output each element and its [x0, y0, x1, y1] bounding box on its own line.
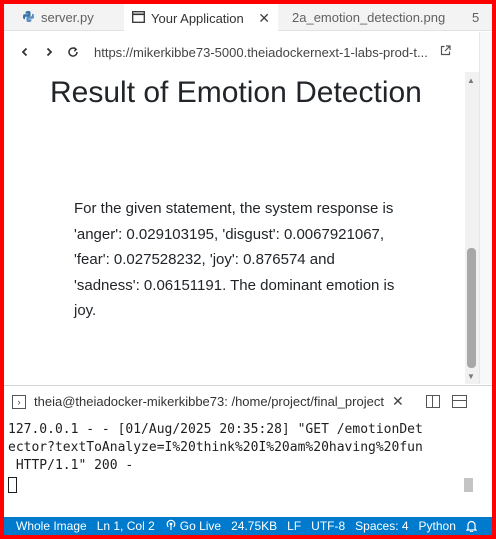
page-scrollbar[interactable]: ▲ ▼ [465, 72, 479, 384]
back-arrow-icon[interactable] [14, 41, 36, 63]
status-whole-image[interactable]: Whole Image [16, 519, 87, 533]
tab-label: 2a_emotion_detection.png [292, 10, 446, 25]
tab-your-application[interactable]: Your Application ✕ [124, 4, 278, 31]
terminal-icon: › [12, 394, 26, 409]
status-eol[interactable]: LF [287, 519, 301, 533]
status-bar: Whole Image Ln 1, Col 2 Go Live 24.75KB … [4, 517, 492, 535]
status-language[interactable]: Python [419, 519, 456, 533]
editor-side-gutter [479, 32, 492, 384]
editor-tab-bar: server.py Your Application ✕ 2a_emotion_… [4, 4, 492, 31]
status-cursor-position[interactable]: Ln 1, Col 2 [97, 519, 155, 533]
status-encoding[interactable]: UTF-8 [311, 519, 345, 533]
bell-icon[interactable] [465, 520, 477, 532]
broadcast-icon [165, 519, 177, 534]
status-go-live[interactable]: Go Live [165, 519, 221, 534]
forward-arrow-icon[interactable] [38, 41, 60, 63]
terminal-line: ector?textToAnalyze=I%20think%20I%20am%2… [8, 440, 423, 455]
close-terminal-icon[interactable]: ✕ [392, 393, 404, 410]
split-terminal-icon[interactable] [426, 395, 440, 408]
tab-server-py[interactable]: server.py [4, 4, 124, 31]
emotion-result-text: For the given statement, the system resp… [74, 200, 395, 319]
terminal-line: HTTP/1.1" 200 - [8, 458, 134, 473]
python-icon [22, 10, 35, 26]
terminal-scrollbar-thumb[interactable] [464, 478, 473, 492]
terminal-title[interactable]: theia@theiadocker-mikerkibbe73: /home/pr… [34, 394, 384, 409]
terminal-tab-bar: › theia@theiadocker-mikerkibbe73: /home/… [4, 385, 492, 417]
toggle-panel-icon[interactable] [452, 395, 467, 408]
terminal-line: 127.0.0.1 - - [01/Aug/2025 20:35:28] "GE… [8, 422, 423, 437]
tab-count: 5 [472, 10, 480, 25]
status-indentation[interactable]: Spaces: 4 [355, 519, 408, 533]
tab-emotion-detection-png[interactable]: 2a_emotion_detection.png [278, 4, 468, 31]
close-tab-icon[interactable]: ✕ [258, 10, 270, 27]
scroll-up-icon[interactable]: ▲ [467, 76, 475, 85]
scrollbar-thumb[interactable] [467, 248, 476, 368]
page-title: Result of Emotion Detection [50, 76, 422, 109]
app-window: server.py Your Application ✕ 2a_emotion_… [4, 4, 492, 535]
reload-icon[interactable] [62, 41, 84, 63]
scroll-down-icon[interactable]: ▼ [467, 372, 475, 381]
tab-label: Your Application [151, 10, 244, 26]
tab-label: server.py [41, 10, 94, 25]
browser-toolbar: https://mikerkibbe73-5000.theiadockernex… [4, 32, 492, 72]
web-page-content: Result of Emotion Detection For the give… [4, 72, 465, 384]
url-bar[interactable]: https://mikerkibbe73-5000.theiadockernex… [94, 45, 430, 60]
more-tabs-count[interactable]: 5 [468, 4, 492, 31]
status-file-size: 24.75KB [231, 519, 278, 533]
browser-icon [132, 10, 145, 26]
open-external-icon[interactable] [440, 45, 451, 59]
go-live-label: Go Live [179, 519, 222, 533]
terminal-output[interactable]: 127.0.0.1 - - [01/Aug/2025 20:35:28] "GE… [4, 417, 492, 517]
terminal-cursor [8, 477, 17, 493]
